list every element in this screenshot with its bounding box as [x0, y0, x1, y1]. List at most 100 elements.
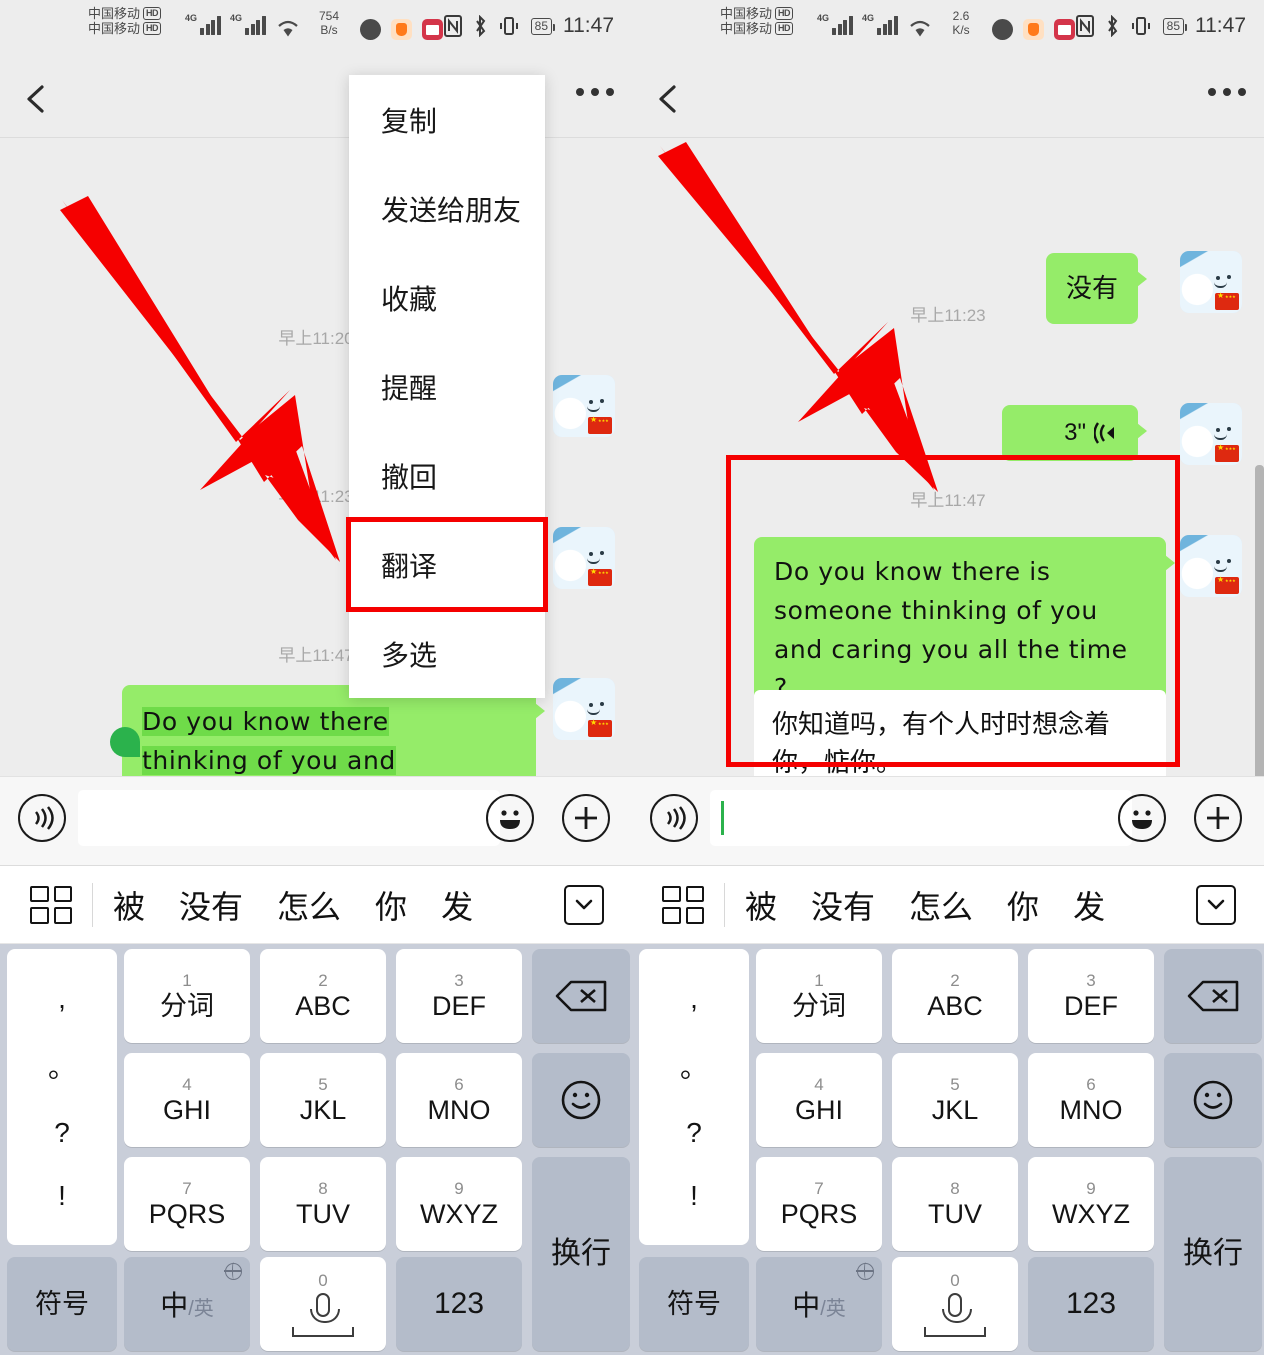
- screenshot-root: 中国移动 HD 中国移动 HD 4G 4G 754 B/s 85 11:47 中…: [0, 0, 1264, 1355]
- punctuation-key-column[interactable]: , 。 ? !: [7, 949, 117, 1245]
- add-more-icon[interactable]: [562, 794, 610, 842]
- voice-input-icon[interactable]: [650, 794, 698, 842]
- return-key[interactable]: 换行: [532, 1157, 630, 1351]
- keyboard-layout-icon[interactable]: [30, 885, 72, 924]
- key-7[interactable]: 7 PQRS: [124, 1157, 250, 1251]
- candidate-word[interactable]: 你: [1007, 882, 1039, 928]
- numeric-key[interactable]: 123: [1028, 1257, 1154, 1351]
- key-5[interactable]: 5 JKL: [260, 1053, 386, 1147]
- space-key[interactable]: 0: [892, 1257, 1018, 1351]
- backspace-icon[interactable]: [532, 949, 630, 1043]
- key-4[interactable]: 4 GHI: [124, 1053, 250, 1147]
- language-switch-key[interactable]: 中/英: [756, 1257, 882, 1351]
- key-8[interactable]: 8 TUV: [260, 1157, 386, 1251]
- symbol-key[interactable]: 符号: [7, 1257, 117, 1351]
- key-9[interactable]: 9 WXYZ: [1028, 1157, 1154, 1251]
- candidate-word[interactable]: 怎么: [909, 882, 973, 928]
- candidate-word[interactable]: 你: [375, 882, 407, 928]
- punctuation-comma[interactable]: ,: [690, 983, 698, 1015]
- key-4[interactable]: 4 GHI: [756, 1053, 882, 1147]
- message-input-left[interactable]: [78, 790, 500, 846]
- emoji-icon[interactable]: [1118, 794, 1166, 842]
- context-menu-item-translate[interactable]: 翻译: [346, 517, 548, 612]
- context-menu-item-remind[interactable]: 提醒: [349, 342, 545, 431]
- network-type-2: 4G: [230, 13, 243, 23]
- punctuation-question[interactable]: ?: [54, 1117, 70, 1149]
- context-menu-item-forward[interactable]: 发送给朋友: [349, 164, 545, 253]
- avatar[interactable]: [553, 678, 615, 740]
- carrier-info-right: 中国移动 HD 中国移动 HD: [720, 7, 794, 35]
- return-key[interactable]: 换行: [1164, 1157, 1262, 1351]
- punctuation-exclaim[interactable]: !: [58, 1180, 66, 1212]
- translation-card[interactable]: 你知道吗，有个人时时想念着你，惦你。 微信翻译: [754, 690, 1166, 776]
- more-options-icon[interactable]: [576, 88, 614, 96]
- status-right-left-panel: 85 11:47: [443, 14, 614, 38]
- candidate-word[interactable]: 没有: [179, 882, 243, 928]
- symbol-key[interactable]: 符号: [639, 1257, 749, 1351]
- key-2[interactable]: 2 ABC: [260, 949, 386, 1043]
- candidate-word[interactable]: 没有: [811, 882, 875, 928]
- punctuation-comma[interactable]: ,: [58, 983, 66, 1015]
- network-speed-right: 2.6 K/s: [952, 9, 970, 37]
- candidate-word[interactable]: 被: [113, 882, 145, 928]
- candidate-word[interactable]: 发: [1073, 882, 1105, 928]
- keyboard-layout-icon[interactable]: [662, 885, 704, 924]
- key-5[interactable]: 5 JKL: [892, 1053, 1018, 1147]
- shopping-app-icon-right: [1054, 19, 1075, 40]
- chat-panes: 早上11:20 早上11:23 早上11:47 Do you know ther…: [0, 60, 1264, 776]
- context-menu-item-copy[interactable]: 复制: [349, 75, 545, 164]
- chat-scrollbar[interactable]: [1255, 465, 1264, 776]
- key-1[interactable]: 1 分词: [756, 949, 882, 1043]
- context-menu-item-favorite[interactable]: 收藏: [349, 253, 545, 342]
- punctuation-key-column[interactable]: , 。 ? !: [639, 949, 749, 1245]
- key-6[interactable]: 6 MNO: [396, 1053, 522, 1147]
- punctuation-period[interactable]: 。: [680, 1046, 708, 1086]
- punctuation-question[interactable]: ?: [686, 1117, 702, 1149]
- backspace-icon[interactable]: [1164, 949, 1262, 1043]
- collapse-keyboard-icon[interactable]: [564, 885, 604, 925]
- key-3[interactable]: 3 DEF: [1028, 949, 1154, 1043]
- key-7[interactable]: 7 PQRS: [756, 1157, 882, 1251]
- back-chevron-icon[interactable]: [18, 80, 56, 118]
- candidate-word[interactable]: 被: [745, 882, 777, 928]
- candidate-word[interactable]: 怎么: [277, 882, 341, 928]
- network-type-1: 4G: [185, 13, 198, 23]
- status-bar-row: 中国移动 HD 中国移动 HD 4G 4G 754 B/s 85 11:47 中…: [0, 0, 1264, 60]
- punctuation-exclaim[interactable]: !: [690, 1180, 698, 1212]
- avatar[interactable]: [1180, 535, 1242, 597]
- add-more-icon[interactable]: [1194, 794, 1242, 842]
- key-8[interactable]: 8 TUV: [892, 1157, 1018, 1251]
- status-right-right-panel: 85 11:47: [1075, 14, 1246, 38]
- space-key[interactable]: 0: [260, 1257, 386, 1351]
- key-3[interactable]: 3 DEF: [396, 949, 522, 1043]
- emoji-key-icon[interactable]: [1164, 1053, 1262, 1147]
- collapse-keyboard-icon[interactable]: [1196, 885, 1236, 925]
- message-bubble-selected[interactable]: Do you know there thinking of you and th…: [122, 685, 545, 776]
- voice-input-icon[interactable]: [18, 794, 66, 842]
- key-2[interactable]: 2 ABC: [892, 949, 1018, 1043]
- candidate-words-left: 被 没有 怎么 你 发: [113, 882, 473, 928]
- message-input-right[interactable]: [710, 790, 1132, 846]
- language-switch-key[interactable]: 中/英: [124, 1257, 250, 1351]
- key-9[interactable]: 9 WXYZ: [396, 1157, 522, 1251]
- shield-app-icon-right: [1023, 19, 1044, 40]
- emoji-icon[interactable]: [486, 794, 534, 842]
- more-options-icon[interactable]: [1208, 88, 1246, 96]
- signal-bars-4: [877, 16, 898, 35]
- avatar[interactable]: [553, 527, 615, 589]
- key-1[interactable]: 1 分词: [124, 949, 250, 1043]
- back-chevron-icon[interactable]: [650, 80, 688, 118]
- numeric-key[interactable]: 123: [396, 1257, 522, 1351]
- network-type-3: 4G: [817, 13, 830, 23]
- selection-handle-start[interactable]: [110, 727, 140, 757]
- punctuation-period[interactable]: 。: [48, 1046, 76, 1086]
- emoji-key-icon[interactable]: [532, 1053, 630, 1147]
- key-6[interactable]: 6 MNO: [1028, 1053, 1154, 1147]
- avatar[interactable]: [553, 375, 615, 437]
- avatar[interactable]: [1180, 403, 1242, 465]
- hd-badge-3: HD: [775, 7, 794, 20]
- context-menu-item-recall[interactable]: 撤回: [349, 431, 545, 520]
- candidate-word[interactable]: 发: [441, 882, 473, 928]
- context-menu-item-multiselect[interactable]: 多选: [349, 609, 545, 698]
- voice-message-bubble[interactable]: 3": [1002, 405, 1147, 461]
